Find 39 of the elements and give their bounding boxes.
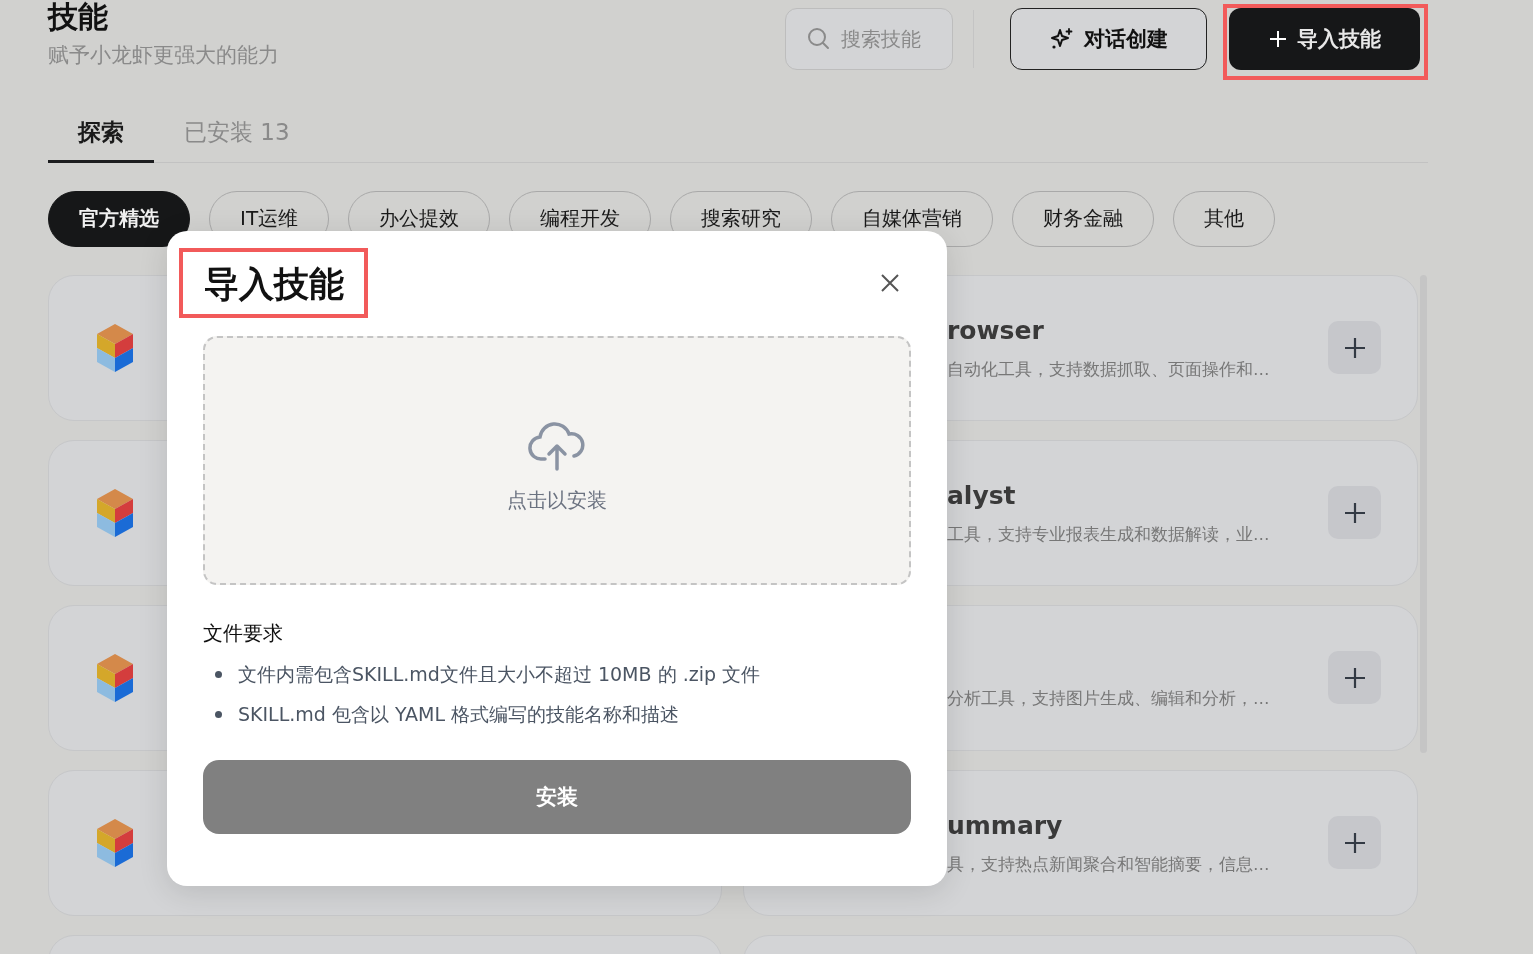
skill-description: 具，支持热点新闻聚合和智能摘要，信息… (947, 853, 1270, 876)
close-button[interactable] (880, 273, 900, 293)
cube-icon (95, 651, 135, 704)
plus-icon (1343, 336, 1366, 359)
add-button[interactable] (1328, 651, 1381, 704)
page-title: 技能 (48, 0, 109, 34)
skill-description: 自动化工具，支持数据抓取、页面操作和… (947, 358, 1270, 381)
cloud-upload-icon (528, 419, 586, 471)
cube-icon (95, 486, 135, 539)
import-button[interactable]: 导入技能 (1229, 8, 1420, 70)
add-button[interactable] (1328, 321, 1381, 374)
plus-icon (1343, 831, 1366, 854)
category-chip[interactable]: 官方精选 (48, 190, 190, 247)
bullet-icon (215, 710, 222, 718)
dialog-title: 导入技能 (204, 263, 344, 306)
plus-icon (1343, 666, 1366, 689)
requirement-text: SKILL.md 包含以 YAML 格式编写的技能名称和描述 (238, 702, 680, 727)
skill-description: 工具，支持专业报表生成和数据解读，业… (947, 523, 1270, 546)
skill-name: rowser (947, 314, 1045, 347)
bullet-icon (215, 670, 222, 678)
page-subtitle: 赋予小龙虾更强大的能力 (48, 42, 279, 69)
requirements-title: 文件要求 (203, 620, 284, 647)
search-icon (807, 27, 830, 50)
upload-dropzone[interactable]: 点击以安装 (203, 336, 911, 585)
dropzone-label: 点击以安装 (507, 487, 607, 514)
cube-icon (95, 816, 135, 869)
tab[interactable]: 探索 (48, 107, 154, 163)
add-button[interactable] (1328, 486, 1381, 539)
close-icon (880, 273, 900, 293)
sparkle-icon (1049, 27, 1074, 51)
cube-icon (95, 321, 135, 374)
plus-icon (1268, 30, 1287, 48)
search-field[interactable]: 搜索技能 (785, 8, 953, 70)
skill-name: ummary (947, 809, 1064, 842)
skill-name: alyst (947, 479, 1017, 512)
create-button[interactable]: 对话创建 (1010, 8, 1207, 70)
skill-description: 分析工具，支持图片生成、编辑和分析，… (947, 687, 1270, 710)
plus-icon (1343, 501, 1366, 524)
add-button[interactable] (1328, 816, 1381, 869)
